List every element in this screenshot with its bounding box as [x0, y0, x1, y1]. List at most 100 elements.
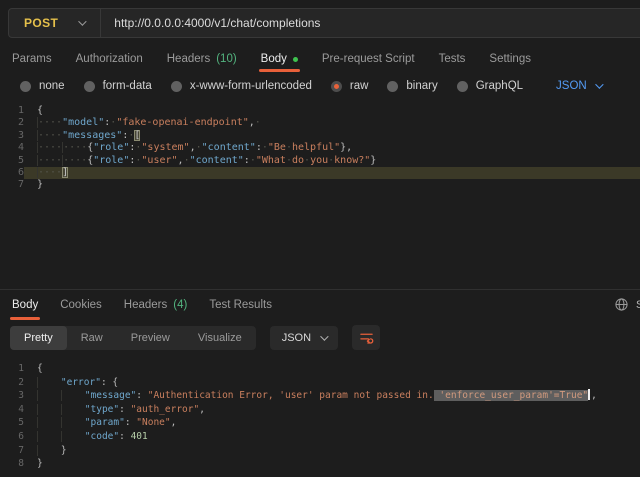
line-number: 4: [0, 142, 24, 154]
headers-count-badge: (4): [173, 299, 187, 311]
code-line[interactable]: 2 "error": {: [0, 376, 640, 390]
request-body-editor[interactable]: 1{2····"model":·"fake-openai-endpoint",·…: [0, 100, 640, 289]
line-number: 5: [0, 416, 24, 430]
radio-none[interactable]: none: [20, 80, 65, 92]
line-number: 6: [0, 430, 24, 444]
radio-label: none: [39, 80, 65, 92]
radio-icon: [457, 81, 468, 92]
code-line[interactable]: 5········{"role":·"user",·"content":·"Wh…: [0, 155, 640, 167]
response-tab-headers[interactable]: Headers (4): [124, 290, 188, 320]
status-text-clipped: St: [636, 299, 640, 311]
radio-label: GraphQL: [476, 80, 523, 92]
chevron-down-icon: [78, 17, 86, 25]
line-number: 2: [0, 376, 24, 390]
code-line[interactable]: 7 }: [0, 444, 640, 458]
code-line[interactable]: 3 "message": "Authentication Error, 'use…: [0, 389, 640, 403]
tab-headers[interactable]: Headers (10): [167, 46, 237, 72]
view-segmented-control: Pretty Raw Preview Visualize: [10, 326, 256, 350]
tab-authorization[interactable]: Authorization: [76, 46, 143, 72]
code-line[interactable]: 8}: [0, 457, 640, 471]
line-number: 6: [0, 167, 24, 179]
raw-language-label: JSON: [556, 80, 587, 92]
request-url-row: POST http://0.0.0.0:4000/v1/chat/complet…: [0, 0, 640, 46]
line-number: 1: [0, 362, 24, 376]
radio-graphql[interactable]: GraphQL: [457, 80, 523, 92]
line-number: 5: [0, 155, 24, 167]
response-view-bar: Pretty Raw Preview Visualize JSON: [0, 320, 640, 357]
url-input[interactable]: http://0.0.0.0:4000/v1/chat/completions: [101, 16, 320, 30]
response-tab-cookies[interactable]: Cookies: [60, 290, 102, 320]
request-tabs: Params Authorization Headers (10) Body P…: [0, 46, 640, 72]
radio-selected-icon: [331, 81, 342, 92]
code-line[interactable]: 6····]: [0, 167, 640, 179]
radio-icon: [84, 81, 95, 92]
tab-label: Test Results: [209, 299, 272, 311]
modified-dot-icon: [293, 57, 298, 62]
tab-pre-request-script[interactable]: Pre-request Script: [322, 46, 415, 72]
response-pane: Body Cookies Headers (4) Test Results St…: [0, 289, 640, 471]
line-number: 8: [0, 457, 24, 471]
line-number: 7: [0, 179, 24, 191]
tab-label: Pre-request Script: [322, 53, 415, 65]
radio-raw[interactable]: raw: [331, 80, 369, 92]
response-tab-body[interactable]: Body: [12, 290, 38, 320]
response-language-label: JSON: [282, 332, 311, 344]
tab-label: Settings: [489, 53, 531, 65]
method-label: POST: [24, 16, 58, 30]
view-preview[interactable]: Preview: [117, 326, 184, 350]
radio-icon: [387, 81, 398, 92]
radio-label: x-www-form-urlencoded: [190, 80, 312, 92]
tab-label: Authorization: [76, 53, 143, 65]
code-line[interactable]: 6 "code": 401: [0, 430, 640, 444]
line-number: 2: [0, 117, 24, 129]
view-visualize[interactable]: Visualize: [184, 326, 256, 350]
headers-count-badge: (10): [216, 53, 236, 65]
response-tab-test-results[interactable]: Test Results: [209, 290, 272, 320]
view-pretty[interactable]: Pretty: [10, 326, 67, 350]
tab-settings[interactable]: Settings: [489, 46, 531, 72]
globe-icon[interactable]: [615, 298, 628, 314]
api-client-window: POST http://0.0.0.0:4000/v1/chat/complet…: [0, 0, 640, 471]
method-select[interactable]: POST: [9, 9, 100, 37]
tab-body[interactable]: Body: [261, 46, 298, 72]
response-language-select[interactable]: JSON: [270, 326, 338, 350]
tab-label: Headers: [167, 53, 210, 65]
tab-label: Body: [12, 299, 38, 311]
raw-language-select[interactable]: JSON: [556, 80, 601, 92]
chevron-down-icon: [595, 80, 603, 88]
tab-label: Tests: [439, 53, 466, 65]
tab-tests[interactable]: Tests: [439, 46, 466, 72]
code-line[interactable]: 3····"messages":·[: [0, 130, 640, 142]
line-number: 7: [0, 444, 24, 458]
view-raw[interactable]: Raw: [67, 326, 117, 350]
body-type-row: none form-data x-www-form-urlencoded raw…: [0, 72, 640, 100]
response-tabs: Body Cookies Headers (4) Test Results St: [0, 290, 640, 320]
code-line[interactable]: 5 "param": "None",: [0, 416, 640, 430]
radio-label: raw: [350, 80, 369, 92]
request-url-bar: POST http://0.0.0.0:4000/v1/chat/complet…: [8, 8, 640, 38]
radio-icon: [171, 81, 182, 92]
wrap-text-button[interactable]: [352, 325, 380, 350]
response-body-editor[interactable]: 1{2 "error": {3 "message": "Authenticati…: [0, 357, 640, 471]
line-number: 3: [0, 389, 24, 403]
code-line[interactable]: 1{: [0, 105, 640, 117]
radio-form-data[interactable]: form-data: [84, 80, 152, 92]
radio-label: binary: [406, 80, 437, 92]
radio-binary[interactable]: binary: [387, 80, 437, 92]
tab-label: Cookies: [60, 299, 102, 311]
code-line[interactable]: 7}: [0, 179, 640, 191]
radio-icon: [20, 81, 31, 92]
radio-x-www-form-urlencoded[interactable]: x-www-form-urlencoded: [171, 80, 312, 92]
radio-label: form-data: [103, 80, 152, 92]
tab-label: Body: [261, 53, 287, 65]
line-number: 4: [0, 403, 24, 417]
code-line[interactable]: 4 "type": "auth_error",: [0, 403, 640, 417]
code-line[interactable]: 1{: [0, 362, 640, 376]
code-line[interactable]: 4········{"role":·"system",·"content":·"…: [0, 142, 640, 154]
line-number: 1: [0, 105, 24, 117]
chevron-down-icon: [320, 332, 328, 340]
tab-label: Params: [12, 53, 52, 65]
code-line[interactable]: 2····"model":·"fake-openai-endpoint",·: [0, 117, 640, 129]
wrap-text-icon: [359, 331, 374, 344]
tab-params[interactable]: Params: [12, 46, 52, 72]
